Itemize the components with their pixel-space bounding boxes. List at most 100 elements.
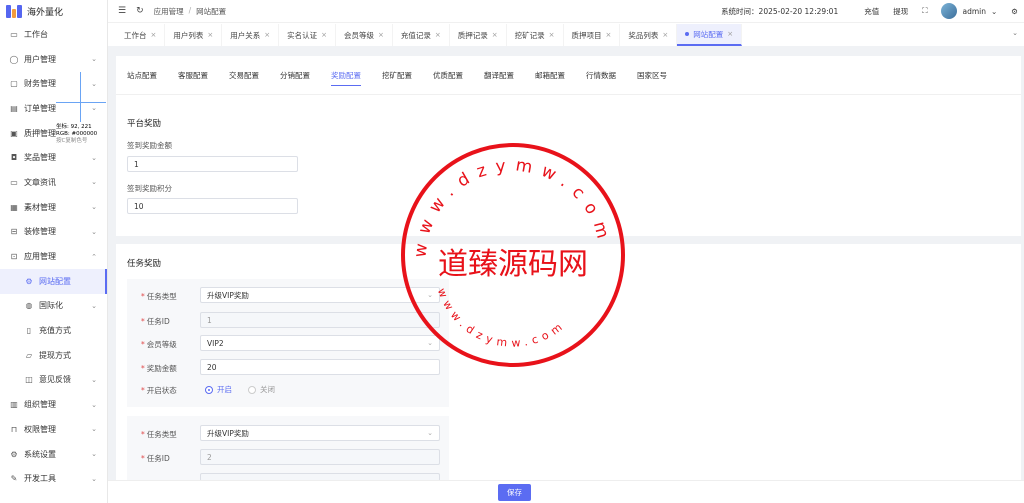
subtab-country-code[interactable]: 国家区号 (637, 70, 667, 86)
radio-enabled-on[interactable]: 开启 (205, 384, 232, 395)
finance-icon: ▢ (10, 79, 18, 89)
close-icon[interactable]: × (727, 30, 733, 38)
sidebar-item-users[interactable]: ◯ 用户管理 ⌄ (0, 47, 107, 72)
crosshair-vertical (80, 72, 81, 122)
chevron-down-icon[interactable]: ⌄ (1012, 29, 1018, 37)
subtab-service[interactable]: 客服配置 (178, 70, 208, 86)
pledge-icon: ▣ (10, 128, 18, 138)
subtab-premium[interactable]: 优质配置 (433, 70, 463, 86)
radio-enabled-off[interactable]: 关闭 (248, 384, 275, 395)
chevron-down-icon: ⌄ (91, 400, 97, 409)
subtab-site[interactable]: 站点配置 (127, 70, 157, 86)
sidebar-item-recharge-methods[interactable]: ▯ 充值方式 (0, 318, 107, 343)
chevron-down-icon: ⌄ (91, 178, 97, 187)
chevron-down-icon: ⌄ (91, 79, 97, 88)
subtab-distribution[interactable]: 分销配置 (280, 70, 310, 86)
close-icon[interactable]: × (378, 31, 384, 39)
refresh-icon[interactable]: ↻ (136, 6, 144, 16)
tab-site-config[interactable]: 网站配置 × (677, 24, 743, 46)
task-type-label: * 任务类型 (141, 430, 177, 439)
sidebar-item-orders[interactable]: ▤ 订单管理 ⌄ (0, 96, 107, 121)
tab-recharge-records[interactable]: 充值记录 × (393, 24, 450, 46)
subtab-mining[interactable]: 挖矿配置 (382, 70, 412, 86)
sidebar-item-apps[interactable]: ⊡ 应用管理 ⌃ (0, 244, 107, 269)
decor-icon: ⊟ (10, 227, 18, 237)
user-icon: ◯ (9, 54, 19, 64)
chevron-down-icon: ⌄ (91, 474, 97, 483)
footer-bar: 保存 (108, 480, 1024, 503)
tab-pledge-projects[interactable]: 质押项目 × (564, 24, 621, 46)
signin-points-label: 签到奖励积分 (127, 184, 172, 193)
tab-pledge-records[interactable]: 质押记录 × (450, 24, 507, 46)
close-icon[interactable]: × (264, 31, 270, 39)
breadcrumb-item: 网站配置 (196, 6, 227, 16)
user-menu[interactable]: admin ⌄ (941, 3, 997, 19)
system-time: 系统时间：2025-02-20 12:29:01 (721, 6, 839, 16)
sidebar-item-permissions[interactable]: ⊓ 权限管理 ⌄ (0, 417, 107, 442)
subtab-translation[interactable]: 翻译配置 (484, 70, 514, 86)
subtab-reward[interactable]: 奖励配置 (331, 70, 361, 86)
sidebar-item-i18n[interactable]: ◍ 国际化 ⌄ (0, 294, 107, 319)
sidebar-item-system[interactable]: ⚙ 系统设置 ⌄ (0, 442, 107, 467)
save-button[interactable]: 保存 (498, 484, 531, 501)
close-icon[interactable]: × (151, 31, 157, 39)
close-icon[interactable]: × (207, 31, 213, 39)
close-icon[interactable]: × (492, 31, 498, 39)
task-id-label: * 任务ID (141, 317, 170, 326)
close-icon[interactable]: × (662, 31, 668, 39)
sidebar-item-finance[interactable]: ▢ 财务管理 ⌄ (0, 71, 107, 96)
task-id-label: * 任务ID (141, 454, 170, 463)
sidebar-item-articles[interactable]: ▭ 文章资讯 ⌄ (0, 170, 107, 195)
breadcrumb-item[interactable]: 应用管理 (154, 6, 184, 17)
withdraw-link[interactable]: 提现 (893, 6, 908, 17)
chevron-down-icon: ⌄ (91, 450, 97, 459)
config-subtabs: 站点配置 客服配置 交易配置 分销配置 奖励配置 挖矿配置 优质配置 翻译配置 … (116, 56, 1021, 88)
subtab-trade[interactable]: 交易配置 (229, 70, 259, 86)
subtab-market[interactable]: 行情数据 (586, 70, 616, 86)
subtab-email[interactable]: 邮箱配置 (535, 70, 565, 86)
sidebar-item-devtools[interactable]: ✎ 开发工具 ⌄ (0, 466, 107, 491)
sidebar-item-withdraw-methods[interactable]: ▱ 提现方式 (0, 343, 107, 368)
reward-amount-label: * 奖励金额 (141, 364, 177, 373)
sidebar-item-site-config[interactable]: ⚙ 网站配置 (0, 268, 107, 294)
sidebar-item-prizes[interactable]: ◘ 奖品管理 ⌄ (0, 145, 107, 170)
feedback-icon: ◫ (25, 375, 33, 385)
signin-amount-label: 签到奖励金额 (127, 141, 172, 150)
settings-icon[interactable]: ⚙ (1011, 7, 1018, 16)
tab-prize-list[interactable]: 奖品列表 × (620, 24, 678, 46)
chevron-down-icon: ⌄ (91, 104, 97, 113)
sidebar-item-feedback[interactable]: ◫ 意见反馈 ⌄ (0, 368, 107, 393)
recharge-link[interactable]: 充值 (864, 6, 879, 17)
chevron-down-icon: ⌄ (91, 425, 97, 434)
breadcrumb-separator: / (188, 5, 192, 15)
tab-member-levels[interactable]: 会员等级 × (336, 24, 393, 46)
chevron-down-icon: ⌄ (990, 6, 998, 16)
enabled-label: * 开启状态 (141, 386, 177, 395)
sidebar-item-org[interactable]: ▥ 组织管理 ⌄ (0, 392, 107, 417)
task-reward-title: 任务奖励 (127, 259, 162, 269)
close-icon[interactable]: × (435, 31, 441, 39)
globe-icon: ◍ (25, 301, 33, 311)
tab-dashboard[interactable]: 工作台 × (116, 24, 166, 46)
tab-kyc[interactable]: 实名认证 × (279, 24, 336, 46)
tab-mining-records[interactable]: 挖矿记录 × (507, 24, 564, 46)
tab-user-list[interactable]: 用户列表 × (165, 24, 223, 46)
tab-bar: 工作台 × 用户列表 × 用户关系 × 实名认证 × 会员等级 × 充值记录 × 质押记录 ×… (108, 22, 1024, 46)
sidebar-item-materials[interactable]: ▦ 素材管理 ⌄ (0, 195, 107, 220)
color-picker-overlay: 坐标: 92, 221 RGB: #000000 按C复制色号 (56, 124, 98, 144)
fullscreen-icon[interactable]: ⛶ (922, 6, 927, 16)
chevron-down-icon: ⌄ (91, 375, 97, 384)
logo[interactable]: 海外量化 (0, 0, 107, 22)
task-type-select[interactable]: 升级VIP奖励 ⌄ (200, 425, 440, 441)
signin-amount-input[interactable]: 1 (127, 156, 298, 172)
signin-points-input[interactable]: 10 (127, 198, 298, 214)
tab-user-relations[interactable]: 用户关系 × (222, 24, 280, 46)
sidebar-item-dashboard[interactable]: ▭ 工作台 (0, 22, 107, 47)
sidebar-item-decor[interactable]: ⊟ 装修管理 ⌄ (0, 220, 107, 245)
close-icon[interactable]: × (549, 31, 555, 39)
close-icon[interactable]: × (606, 31, 612, 39)
menu-toggle-icon[interactable]: ☰ (118, 6, 126, 16)
close-icon[interactable]: × (321, 31, 327, 39)
stamp-bottom-text: www.dzymw.com (435, 286, 569, 349)
stamp-center-text: 道臻源码网 (438, 247, 588, 282)
